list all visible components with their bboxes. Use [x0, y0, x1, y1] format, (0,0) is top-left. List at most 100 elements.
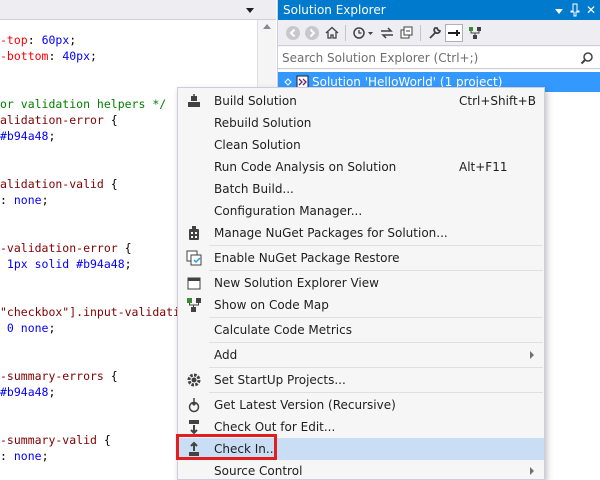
code-line: 1px solid #b94a48; [0, 256, 132, 272]
code-token: #b94a48 [0, 385, 49, 399]
code-token: ; [48, 385, 56, 399]
code-token: { [117, 241, 132, 255]
menu-item-label: Manage NuGet Packages for Solution... [214, 226, 448, 240]
collapse-all-icon[interactable] [398, 24, 416, 42]
submenu-arrow-icon [530, 467, 534, 475]
solution-explorer-toolbar [278, 20, 600, 46]
menu-item-label: Batch Build... [214, 182, 294, 196]
package-restore-icon [186, 250, 202, 266]
code-line: alidation-error { [0, 112, 118, 128]
code-line: -top: 60px; [0, 32, 76, 48]
code-token: -top [0, 33, 28, 47]
menu-item-label: Source Control [214, 464, 303, 478]
code-line: #b94a48; [0, 128, 55, 144]
code-token: -summary-valid [0, 433, 97, 447]
code-token: ; [48, 129, 56, 143]
code-token: -bottom [0, 49, 49, 63]
code-token: 0 none [0, 321, 49, 335]
toolbar-separator [345, 25, 346, 41]
menu-item-configuration-manager[interactable]: Configuration Manager... [179, 200, 544, 222]
code-line: -summary-errors { [0, 368, 118, 384]
menu-item-run-code-analysis[interactable]: Run Code Analysis on Solution Alt+F11 [179, 156, 544, 178]
code-line: -bottom: 40px; [0, 48, 97, 64]
search-input[interactable] [282, 49, 572, 67]
code-token: none [13, 449, 42, 463]
code-line: -validation-error { [0, 240, 132, 256]
menu-item-batch-build[interactable]: Batch Build... [179, 178, 544, 200]
menu-item-shortcut: Ctrl+Shift+B [459, 94, 536, 108]
solution-explorer-title-bar: Solution Explorer ✕ [278, 0, 600, 20]
solution-explorer-search[interactable] [278, 47, 600, 69]
code-token: { [103, 369, 118, 383]
properties-icon[interactable] [426, 24, 444, 42]
menu-item-manage-nuget[interactable]: Manage NuGet Packages for Solution... [179, 222, 544, 244]
code-token: ; [41, 193, 49, 207]
code-token: { [103, 113, 118, 127]
code-token: ; [41, 449, 49, 463]
menu-item-get-latest-version[interactable]: Get Latest Version (Recursive) [179, 394, 544, 416]
menu-item-add[interactable]: Add [179, 344, 544, 366]
code-token: ; [124, 257, 132, 271]
forward-icon[interactable] [303, 24, 321, 42]
code-token: : [48, 49, 63, 63]
build-icon [186, 93, 202, 109]
gear-icon [186, 372, 202, 388]
menu-item-label: Add [214, 348, 238, 362]
menu-item-source-control[interactable]: Source Control [179, 460, 544, 479]
menu-separator [209, 245, 543, 246]
code-line: 0 none; [0, 320, 55, 336]
code-map-icon[interactable] [466, 24, 484, 42]
code-token: ; [90, 49, 97, 63]
sync-icon[interactable] [378, 24, 396, 42]
editor-tab-strip [0, 0, 276, 20]
chevron-down-icon[interactable] [243, 0, 257, 20]
check-out-icon [186, 419, 202, 435]
solution-context-menu: Build Solution Ctrl+Shift+B Rebuild Solu… [177, 87, 545, 480]
code-token: -validation-error [0, 241, 118, 255]
code-line: alidation-valid { [0, 176, 118, 192]
search-icon[interactable] [580, 51, 594, 65]
code-token: : [0, 449, 14, 463]
menu-item-label: Enable NuGet Package Restore [214, 251, 400, 265]
window-position-dropdown-icon[interactable] [552, 2, 566, 18]
code-map-icon [186, 297, 202, 313]
code-token: : [0, 193, 14, 207]
back-icon[interactable] [284, 24, 302, 42]
menu-separator [209, 367, 543, 368]
menu-item-enable-nuget-restore[interactable]: Enable NuGet Package Restore [179, 247, 544, 269]
code-token: 60px [41, 33, 70, 47]
menu-item-label: Calculate Code Metrics [214, 323, 352, 337]
menu-item-label: Build Solution [214, 94, 297, 108]
menu-item-set-startup-projects[interactable]: Set StartUp Projects... [179, 369, 544, 391]
code-token: { [103, 177, 118, 191]
preview-selected-items-icon[interactable] [445, 24, 463, 42]
submenu-arrow-icon [530, 351, 534, 359]
menu-item-new-solution-explorer-view[interactable]: New Solution Explorer View [179, 272, 544, 294]
code-token: none [13, 193, 42, 207]
code-line: "checkbox"].input-validati [0, 304, 180, 320]
nuget-icon [186, 225, 202, 241]
menu-item-show-on-code-map[interactable]: Show on Code Map [179, 294, 544, 316]
code-token: "checkbox"].input-validati [0, 305, 181, 319]
menu-item-label: Show on Code Map [214, 298, 329, 312]
panel-title: Solution Explorer [283, 3, 386, 17]
menu-item-clean-solution[interactable]: Clean Solution [179, 134, 544, 156]
menu-item-calculate-code-metrics[interactable]: Calculate Code Metrics [179, 319, 544, 341]
menu-separator [209, 317, 543, 318]
menu-item-shortcut: Alt+F11 [459, 160, 508, 174]
code-token: alidation-error [0, 113, 104, 127]
home-icon[interactable] [323, 24, 341, 42]
history-icon[interactable] [351, 24, 375, 42]
code-token: 40px [62, 49, 91, 63]
close-icon[interactable]: ✕ [584, 2, 598, 18]
menu-item-label: Check Out for Edit... [214, 420, 336, 434]
scroll-up-icon[interactable] [263, 24, 271, 29]
code-line: or validation helpers */ [0, 96, 166, 112]
pin-icon[interactable] [568, 2, 582, 18]
menu-item-build-solution[interactable]: Build Solution Ctrl+Shift+B [179, 90, 544, 112]
code-line: : none; [0, 448, 49, 464]
code-token: or validation helpers */ [0, 97, 167, 111]
menu-item-rebuild-solution[interactable]: Rebuild Solution [179, 112, 544, 134]
code-token: ; [48, 321, 56, 335]
code-token: #b94a48 [0, 129, 49, 143]
